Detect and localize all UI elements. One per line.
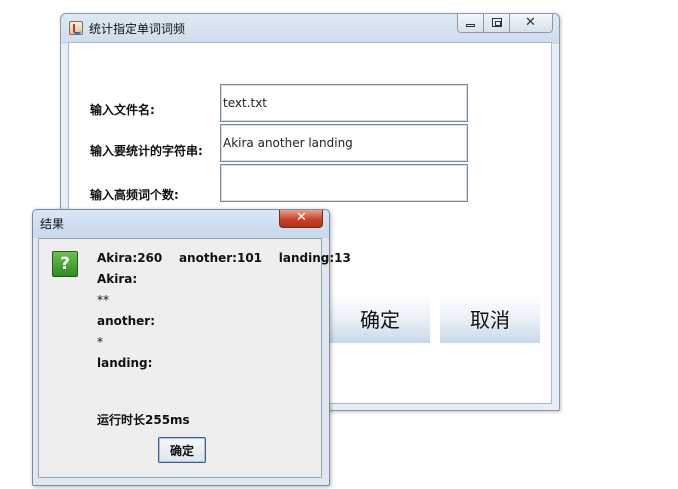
question-icon: ? (52, 251, 78, 277)
ok-button[interactable]: 确定 (158, 437, 206, 463)
result-word-label: landing: (97, 356, 153, 370)
minimize-button[interactable] (458, 14, 484, 32)
result-word-label: another: (97, 314, 156, 328)
close-icon: ✕ (296, 210, 307, 225)
result-bar: * (97, 335, 103, 349)
result-bar: ** (97, 293, 109, 307)
minimize-icon (466, 24, 475, 27)
topn-label: 输入高频词个数: (90, 188, 179, 202)
words-label: 输入要统计的字符串: (90, 144, 203, 158)
restore-icon (492, 18, 502, 27)
words-input[interactable] (220, 124, 468, 162)
window-title: 统计指定单词词频 (89, 22, 186, 36)
dialog-close-button[interactable]: ✕ (279, 210, 323, 228)
close-button[interactable]: ✕ (510, 14, 552, 32)
result-word-label: Akira: (97, 272, 138, 286)
java-app-icon (69, 21, 83, 35)
maximize-button[interactable] (484, 14, 510, 32)
topn-input[interactable] (220, 164, 468, 202)
cancel-button[interactable]: 取消 (440, 293, 540, 343)
result-summary: Akira:260 another:101 landing:13 (97, 251, 351, 265)
filename-input[interactable] (220, 84, 468, 122)
dialog-body: ? Akira:260 another:101 landing:13 Akira… (38, 238, 351, 478)
dialog-title: 结果 (40, 217, 65, 231)
runtime-text: 运行时长255ms (97, 413, 190, 427)
window-controls: ✕ (457, 14, 553, 33)
confirm-button[interactable]: 确定 (330, 293, 430, 343)
filename-label: 输入文件名: (90, 103, 155, 117)
result-dialog: 结果 ✕ ? Akira:260 another:101 landing:13 … (32, 209, 351, 486)
main-titlebar[interactable]: 统计指定单词词频 ✕ (61, 14, 559, 42)
close-icon: ✕ (525, 15, 536, 30)
